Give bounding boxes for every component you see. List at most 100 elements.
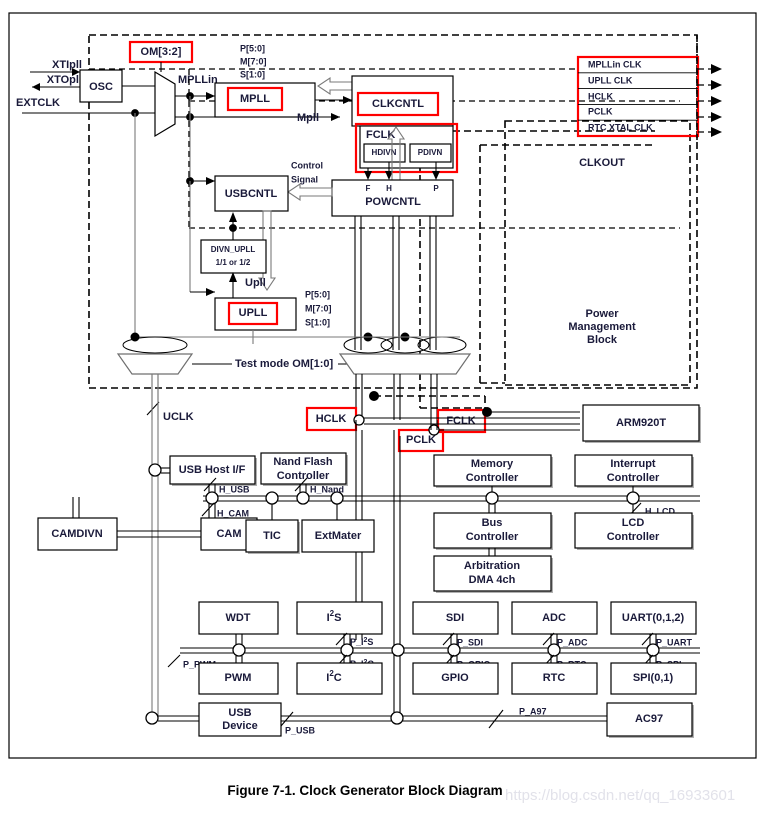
clkout-item-3: PCLK: [588, 106, 613, 116]
arbitration-line2: DMA 4ch: [469, 574, 516, 586]
ahb-node-int: [626, 491, 640, 505]
memory-controller-block: Memory Controller: [433, 454, 553, 488]
extmater-block: ExtMater: [301, 519, 375, 553]
junction-divn-upll: [229, 224, 237, 232]
fclk-label: FCLK: [446, 415, 475, 427]
upll-label: UPLL: [239, 307, 268, 319]
gpio-label: GPIO: [441, 672, 469, 684]
lcd-controller-line1: LCD: [622, 517, 645, 529]
label-extclk: EXTCLK: [16, 97, 60, 109]
sdi-label: SDI: [446, 612, 464, 624]
hdivn-label: HDIVN: [372, 148, 397, 157]
upll-block: UPLL: [214, 297, 297, 331]
ahb-node-nand: [296, 491, 310, 505]
ahb-node-cam: [265, 491, 279, 505]
mpll-out-label: Mpll: [297, 112, 319, 124]
camdivn-block: CAMDIVN: [37, 517, 118, 551]
uclk-label: UCLK: [163, 411, 194, 423]
powcntl-block: F H P POWCNTL: [331, 179, 454, 217]
rtc-label: RTC: [543, 672, 566, 684]
ac97-block: AC97: [606, 702, 694, 738]
adc-block: ADC: [511, 601, 598, 635]
clkout-item-2: HCLK: [588, 91, 613, 101]
pms-top-p: P[5:0]: [240, 43, 265, 53]
ac97-label: AC97: [635, 713, 663, 725]
arbitration-line1: Arbitration: [464, 560, 521, 572]
lcd-controller-line2: Controller: [607, 531, 660, 543]
label-xtopll: XTOpll: [47, 74, 82, 86]
pms-bottom-m: M[7:0]: [305, 303, 332, 313]
extmater-label: ExtMater: [315, 530, 362, 542]
nand-flash-line1: Nand Flash: [273, 456, 333, 468]
memory-controller-line2: Controller: [466, 472, 519, 484]
p-adc-label: P_ADC: [557, 637, 588, 647]
mpll-label: MPLL: [240, 93, 270, 105]
h-usb-label: H_USB: [219, 484, 250, 494]
hclk-label: HCLK: [316, 413, 347, 425]
i2s-block: I2S: [296, 601, 383, 635]
wdt-block: WDT: [198, 601, 279, 635]
bus-controller-line1: Bus: [482, 517, 503, 529]
pms-bottom-p: P[5:0]: [305, 289, 330, 299]
gpio-block: GPIO: [412, 662, 499, 695]
wdt-label: WDT: [225, 612, 250, 624]
control-signal-line2: Signal: [291, 174, 318, 184]
i2c-label: I2C: [326, 669, 342, 684]
clkout-label: CLKOUT: [579, 157, 625, 169]
tic-label: TIC: [263, 530, 281, 542]
uart-label: UART(0,1,2): [622, 612, 685, 624]
interrupt-controller-line1: Interrupt: [610, 458, 656, 470]
arbitration-dma-block: Arbitration DMA 4ch: [433, 555, 553, 593]
apb-node-wdt: [232, 643, 246, 657]
control-signal-line1: Control: [291, 160, 323, 170]
p-sdi-label: P_SDI: [457, 637, 483, 647]
p-i2s-label: P_I2S: [350, 637, 373, 648]
arm920t-label: ARM920T: [616, 417, 666, 429]
powcntl-label: POWCNTL: [365, 196, 421, 208]
p-usb-label: P_USB: [285, 725, 316, 735]
divn-upll-block: DIVN_UPLL 1/1 or 1/2: [200, 239, 267, 274]
clkout-item-0: MPLLin CLK: [588, 59, 642, 69]
label-xtipll: XTIpll: [52, 59, 82, 71]
usb-host-if-label: USB Host I/F: [179, 464, 246, 476]
memory-controller-line1: Memory: [471, 458, 514, 470]
divn-upll-line2: 1/1 or 1/2: [216, 258, 251, 267]
pms-top-group: P[5:0] M[7:0] S[1:0]: [240, 43, 267, 79]
arm920t-block: ARM920T: [582, 404, 701, 443]
block-diagram-svg: XTIpll XTOpll EXTCLK OSC OM[3:2] MPLLin …: [8, 12, 757, 804]
pdivn-label: PDIVN: [418, 148, 443, 157]
powcntl-h-pin: H: [386, 184, 392, 193]
input-mux: [154, 70, 176, 138]
h-cam-label: H_CAM: [217, 508, 249, 518]
usbcntl-block: USBCNTL: [214, 175, 289, 212]
pms-top-m: M[7:0]: [240, 56, 267, 66]
osc-label: OSC: [89, 81, 113, 93]
apb-node-bus: [391, 643, 405, 657]
fclk-divider-group: FCLK HDIVN PDIVN: [354, 122, 459, 174]
p-uart-label: P_UART: [656, 637, 693, 647]
divn-upll-line1: DIVN_UPLL: [211, 245, 256, 254]
cam-label: CAM: [216, 528, 241, 540]
ahb-node-mem: [485, 491, 499, 505]
pms-bottom-group: P[5:0] M[7:0] S[1:0]: [305, 289, 332, 327]
spi-label: SPI(0,1): [633, 672, 674, 684]
i2c-block: I2C: [296, 662, 383, 695]
uclk-usbhost-node: [148, 463, 162, 477]
h-nand-label: H_Nand: [310, 484, 344, 494]
upll-out-label: Upll: [245, 277, 266, 289]
interrupt-controller-block: Interrupt Controller: [574, 454, 694, 488]
usb-device-block: USB Device: [198, 702, 282, 737]
uart-block: UART(0,1,2): [610, 601, 697, 635]
adc-label: ADC: [542, 612, 566, 624]
spi-block: SPI(0,1): [610, 662, 697, 695]
clkcntl-label: CLKCNTL: [372, 98, 424, 110]
ahb-node-usb: [205, 491, 219, 505]
watermark-text: https://blog.csdn.net/qq_16933601: [505, 787, 735, 804]
apb-node-bottom: [390, 711, 404, 725]
om32-label: OM[3:2]: [141, 46, 182, 58]
clkout-item-4: RTC XTAL CLK: [588, 122, 653, 132]
camdivn-label: CAMDIVN: [51, 528, 102, 540]
pmb-line3: Block: [587, 334, 618, 346]
figure-caption: Figure 7-1. Clock Generator Block Diagra…: [227, 783, 502, 798]
rtc-block: RTC: [511, 662, 598, 695]
